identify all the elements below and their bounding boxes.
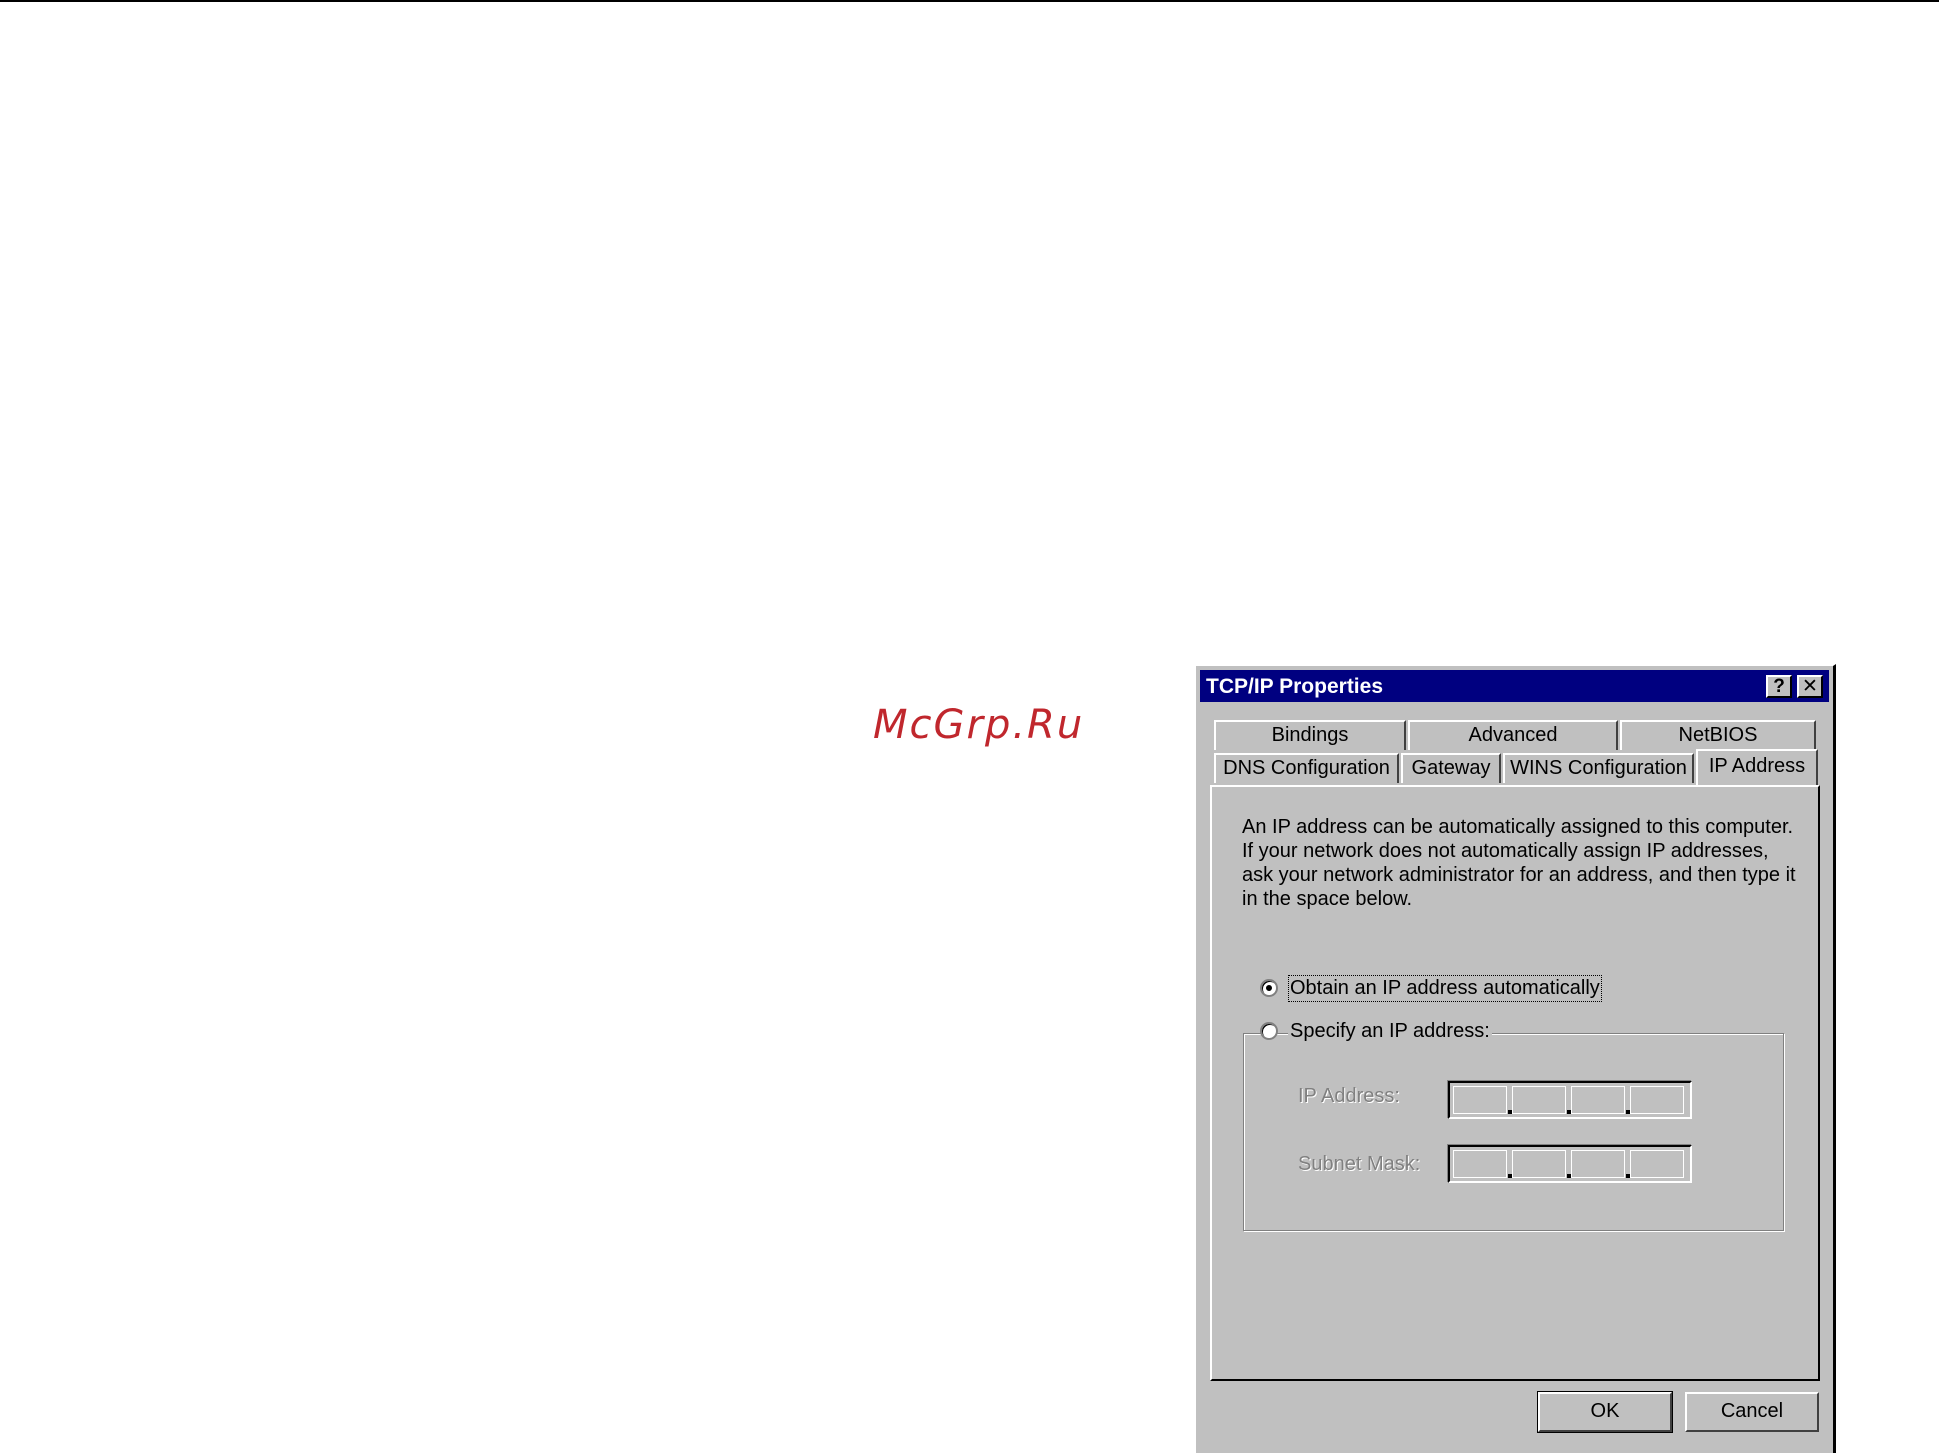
cancel-button[interactable]: Cancel bbox=[1685, 1392, 1819, 1432]
specify-ip-radio[interactable] bbox=[1260, 1022, 1278, 1040]
dialog-title: TCP/IP Properties bbox=[1206, 675, 1384, 698]
tab-bindings[interactable]: Bindings bbox=[1214, 720, 1406, 750]
obtain-ip-label[interactable]: Obtain an IP address automatically bbox=[1288, 975, 1602, 1002]
specify-ip-groupbox bbox=[1243, 1033, 1784, 1231]
subnet-mask-label: Subnet Mask: bbox=[1298, 1153, 1421, 1175]
tab-wins-configuration[interactable]: WINS Configuration bbox=[1503, 753, 1694, 783]
close-button[interactable]: ✕ bbox=[1797, 675, 1823, 698]
ip-address-label: IP Address: bbox=[1298, 1085, 1400, 1107]
top-border-line bbox=[0, 0, 1939, 2]
mask-octet-1[interactable] bbox=[1453, 1150, 1507, 1178]
tab-ip-address[interactable]: IP Address bbox=[1696, 749, 1818, 785]
close-icon: ✕ bbox=[1802, 676, 1818, 697]
ip-octet-2[interactable] bbox=[1512, 1086, 1566, 1114]
mask-octet-3[interactable] bbox=[1571, 1150, 1625, 1178]
mask-octet-4[interactable] bbox=[1630, 1150, 1684, 1178]
specify-ip-label[interactable]: Specify an IP address: bbox=[1288, 1020, 1492, 1043]
tab-netbios[interactable]: NetBIOS bbox=[1620, 720, 1816, 750]
tab-advanced[interactable]: Advanced bbox=[1408, 720, 1618, 750]
subnet-mask-input[interactable] bbox=[1448, 1145, 1692, 1183]
ip-description-text: An IP address can be automatically assig… bbox=[1242, 816, 1796, 910]
tab-gateway[interactable]: Gateway bbox=[1401, 753, 1501, 783]
ip-octet-4[interactable] bbox=[1630, 1086, 1684, 1114]
title-bar[interactable]: TCP/IP Properties ? ✕ bbox=[1200, 670, 1829, 702]
mask-octet-2[interactable] bbox=[1512, 1150, 1566, 1178]
help-button[interactable]: ? bbox=[1766, 675, 1792, 698]
ip-octet-1[interactable] bbox=[1453, 1086, 1507, 1114]
ip-octet-3[interactable] bbox=[1571, 1086, 1625, 1114]
tab-dns-configuration[interactable]: DNS Configuration bbox=[1214, 753, 1399, 783]
radio-selected-dot bbox=[1266, 985, 1272, 991]
watermark-text: McGrp.Ru bbox=[873, 702, 1085, 748]
ok-button[interactable]: OK bbox=[1537, 1391, 1673, 1433]
ip-address-input[interactable] bbox=[1448, 1081, 1692, 1119]
question-mark-icon: ? bbox=[1773, 676, 1785, 697]
obtain-ip-radio[interactable] bbox=[1260, 979, 1278, 997]
specify-ip-label-text: Specify an IP address: bbox=[1288, 1020, 1492, 1042]
